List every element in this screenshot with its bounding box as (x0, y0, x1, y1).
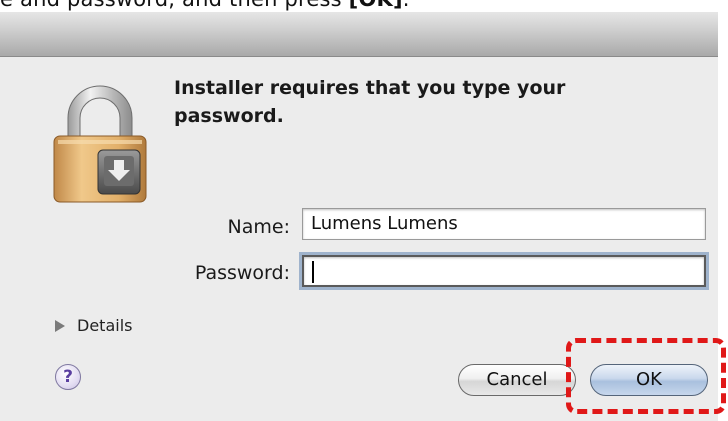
cancel-button[interactable]: Cancel (458, 364, 576, 396)
dialog-titlebar[interactable] (0, 12, 718, 57)
details-label: Details (77, 316, 133, 335)
help-button[interactable]: ? (55, 364, 81, 390)
name-label: Name: (227, 216, 290, 238)
password-field[interactable] (302, 255, 706, 287)
text-caret (312, 261, 314, 283)
caption-suffix: . (403, 0, 410, 11)
name-value: Lumens Lumens (311, 213, 458, 234)
caption-bold: [OK] (349, 0, 403, 11)
name-field[interactable]: Lumens Lumens (302, 208, 706, 240)
highlight-annotation (566, 338, 726, 414)
caption-text: e and password, and then press (0, 0, 349, 11)
disclosure-triangle-icon[interactable] (55, 319, 65, 332)
dialog-message: Installer requires that you type your pa… (174, 77, 566, 127)
padlock-icon (48, 80, 152, 204)
details-disclosure[interactable]: Details (55, 316, 132, 335)
password-label: Password: (194, 262, 290, 284)
